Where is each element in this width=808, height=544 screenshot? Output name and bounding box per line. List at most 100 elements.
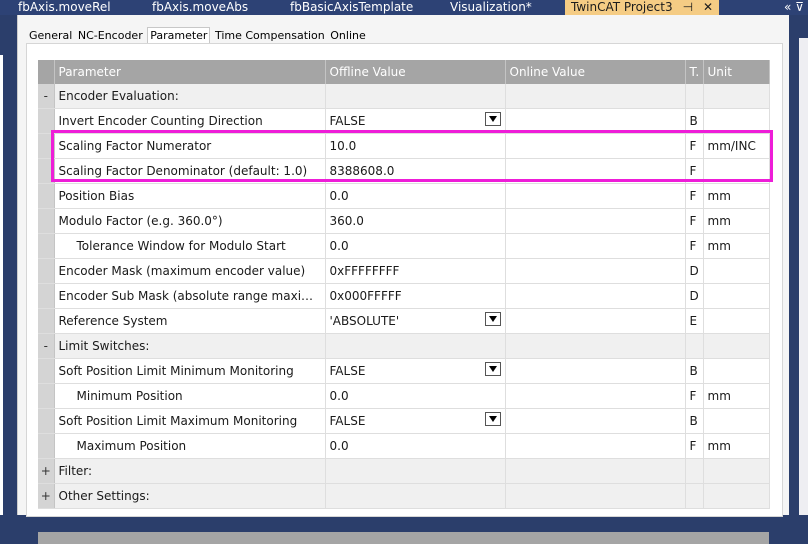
tab-parameter[interactable]: Parameter <box>147 27 211 43</box>
table-row[interactable]: - Encoder Evaluation: <box>38 84 770 109</box>
column-header-parameter[interactable]: Parameter <box>54 60 326 84</box>
type-code <box>685 84 704 109</box>
offline-value-cell[interactable]: 'ABSOLUTE' <box>325 308 506 334</box>
grid-bottom-bar <box>38 532 769 544</box>
tab-overflow-chevron-icon[interactable]: « ⊽ <box>784 0 804 14</box>
table-row[interactable]: Minimum Position 0.0 F mm <box>38 383 770 409</box>
tab-nc-encoder[interactable]: NC-Encoder <box>77 28 144 43</box>
type-code: E <box>685 308 704 334</box>
table-row[interactable]: Invert Encoder Counting Direction FALSE … <box>38 108 770 134</box>
dropdown-arrow-icon[interactable] <box>484 412 501 426</box>
expand-spacer <box>38 233 55 259</box>
tab-time-compensation[interactable]: Time Compensation <box>214 28 326 43</box>
dropdown-arrow-icon[interactable] <box>484 362 501 376</box>
table-row[interactable]: Maximum Position 0.0 F mm <box>38 433 770 459</box>
parameter-grid: Parameter Offline Value Online Value T. … <box>38 60 770 509</box>
unit <box>703 458 770 484</box>
expand-spacer <box>38 433 55 459</box>
tab-online[interactable]: Online <box>329 28 366 43</box>
offline-value[interactable]: 0.0 <box>325 233 506 259</box>
offline-value[interactable]: 10.0 <box>325 133 506 159</box>
offline-value: FALSE <box>329 114 366 128</box>
table-row[interactable]: + Filter: <box>38 458 770 484</box>
online-value <box>505 183 686 209</box>
doc-tab-visualization[interactable]: Visualization* <box>450 0 532 15</box>
offline-value-cell[interactable]: FALSE <box>325 408 506 434</box>
right-side-panel <box>799 38 808 515</box>
parameter-name: Encoder Sub Mask (absolute range maximum… <box>54 283 326 309</box>
type-code <box>685 333 704 359</box>
table-row[interactable]: Encoder Mask (maximum encoder value) 0xF… <box>38 258 770 284</box>
offline-value[interactable]: 0.0 <box>325 433 506 459</box>
online-value <box>505 208 686 234</box>
expand-spacer <box>38 308 55 334</box>
type-code: F <box>685 233 704 259</box>
parameter-name: Modulo Factor (e.g. 360.0°) <box>54 208 326 234</box>
offline-value-cell[interactable]: FALSE <box>325 358 506 384</box>
offline-value[interactable]: 0.0 <box>325 383 506 409</box>
table-row[interactable]: Scaling Factor Denominator (default: 1.0… <box>38 158 770 184</box>
table-row[interactable]: + Other Settings: <box>38 483 770 509</box>
expand-spacer <box>38 383 55 409</box>
column-header-offline-value[interactable]: Offline Value <box>325 60 506 84</box>
column-header-unit[interactable]: Unit <box>703 60 770 84</box>
close-icon[interactable]: ✕ <box>703 0 713 14</box>
type-code: F <box>685 208 704 234</box>
collapse-toggle[interactable]: - <box>38 84 55 109</box>
parameter-name: Reference System <box>54 308 326 334</box>
expand-spacer <box>38 133 55 159</box>
unit <box>703 283 770 309</box>
online-value <box>505 458 686 484</box>
online-value <box>505 383 686 409</box>
doc-tab-fbaxis-moverel[interactable]: fbAxis.moveRel <box>18 0 111 15</box>
doc-tab-twincat-project3[interactable]: TwinCAT Project3 ⊣ ✕ <box>565 0 720 15</box>
unit <box>703 358 770 384</box>
offline-value-cell[interactable]: FALSE <box>325 108 506 134</box>
expand-toggle[interactable]: + <box>38 458 55 484</box>
doc-tab-fbbasicaxistemplate[interactable]: fbBasicAxisTemplate <box>290 0 413 15</box>
online-value <box>505 133 686 159</box>
collapse-toggle[interactable]: - <box>38 333 55 359</box>
dropdown-arrow-icon[interactable] <box>484 312 501 326</box>
offline-value[interactable]: 0xFFFFFFFF <box>325 258 506 284</box>
expand-spacer <box>38 358 55 384</box>
table-row[interactable]: Reference System 'ABSOLUTE' E <box>38 308 770 334</box>
offline-value[interactable]: 0.0 <box>325 183 506 209</box>
doc-tab-fbaxis-moveabs[interactable]: fbAxis.moveAbs <box>152 0 248 15</box>
table-row[interactable]: Scaling Factor Numerator 10.0 F mm/INC <box>38 133 770 159</box>
dropdown-arrow-icon[interactable] <box>484 112 501 126</box>
online-value <box>505 283 686 309</box>
table-row[interactable]: Soft Position Limit Minimum Monitoring F… <box>38 358 770 384</box>
offline-value[interactable]: 360.0 <box>325 208 506 234</box>
parameter-name: Invert Encoder Counting Direction <box>54 108 326 134</box>
table-row[interactable]: - Limit Switches: <box>38 333 770 359</box>
table-row[interactable]: Position Bias 0.0 F mm <box>38 183 770 209</box>
table-row[interactable]: Modulo Factor (e.g. 360.0°) 360.0 F mm <box>38 208 770 234</box>
pin-icon[interactable]: ⊣ <box>683 0 693 14</box>
table-row[interactable]: Tolerance Window for Modulo Start 0.0 F … <box>38 233 770 259</box>
parameter-name: Scaling Factor Denominator (default: 1.0… <box>54 158 326 184</box>
parameter-name: Scaling Factor Numerator <box>54 133 326 159</box>
table-row[interactable]: Encoder Sub Mask (absolute range maximum… <box>38 283 770 309</box>
expand-spacer <box>38 258 55 284</box>
column-header-type[interactable]: T. <box>685 60 704 84</box>
type-code: D <box>685 283 704 309</box>
offline-value: 'ABSOLUTE' <box>329 314 400 328</box>
parameter-name: Tolerance Window for Modulo Start <box>54 233 326 259</box>
tab-general[interactable]: General <box>28 28 73 43</box>
online-value <box>505 408 686 434</box>
offline-value[interactable]: 0x000FFFFF <box>325 283 506 309</box>
online-value <box>505 233 686 259</box>
unit: mm <box>703 183 770 209</box>
online-value <box>505 258 686 284</box>
offline-value: FALSE <box>329 364 366 378</box>
offline-value <box>325 458 506 484</box>
parameter-name: Other Settings: <box>54 483 326 509</box>
column-header-online-value[interactable]: Online Value <box>505 60 686 84</box>
offline-value: FALSE <box>329 414 366 428</box>
type-code: B <box>685 408 704 434</box>
offline-value[interactable]: 8388608.0 <box>325 158 506 184</box>
table-row[interactable]: Soft Position Limit Maximum Monitoring F… <box>38 408 770 434</box>
expand-toggle[interactable]: + <box>38 483 55 509</box>
unit <box>703 333 770 359</box>
